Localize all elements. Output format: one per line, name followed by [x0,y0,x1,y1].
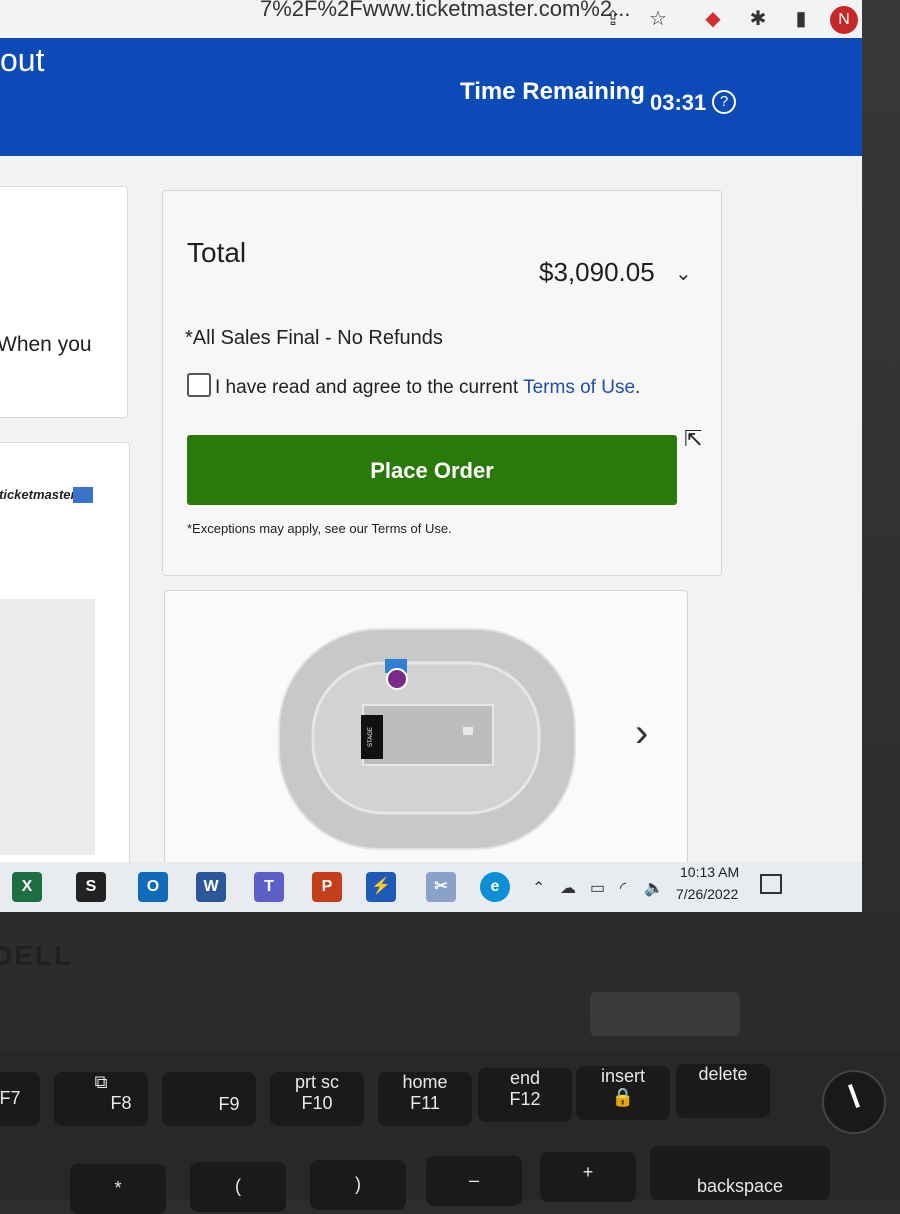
left-payment-card: ticketmaster [0,442,130,874]
key-f11[interactable]: home F11 [378,1072,472,1126]
key-f7[interactable]: F7 [0,1072,40,1126]
power-button[interactable] [822,1070,886,1134]
app-icon[interactable]: ⚡ [366,872,396,902]
key-f8[interactable]: ⧉ F8 [54,1072,148,1126]
order-total-card: Total $3,090.05 ⌄ *All Sales Final - No … [162,190,722,576]
keyboard: F7 ⧉ F8 F9 prt sc F10 home F11 end F12 inser… [0,1050,900,1214]
key-f12[interactable]: end F12 [478,1068,572,1122]
word-icon[interactable]: W [196,872,226,902]
place-order-button[interactable]: Place Order [187,435,677,505]
ticketmaster-logo: ticketmaster [0,487,76,502]
laptop-brand-logo: DELL [0,940,74,971]
left-info-card: When you [0,186,128,418]
stage-label: STAGE [368,727,374,747]
taskbar-date[interactable]: 7/26/2022 [676,886,738,902]
sway-app-icon[interactable]: S [76,872,106,902]
mouse-cursor-icon: ⇱ [684,426,703,451]
extension-icon[interactable]: ◆ [700,6,726,32]
excel-icon[interactable]: X [12,872,42,902]
sales-final-notice: *All Sales Final - No Refunds [185,327,443,349]
onedrive-icon[interactable]: ☁ [560,878,576,898]
key-insert[interactable]: insert 🔒 [576,1066,670,1120]
chevron-right-icon[interactable]: › [635,711,648,756]
agree-prefix: I have read and agree to the current [215,377,524,398]
left-card-inner [0,599,95,855]
key-close-paren[interactable]: ) [310,1160,406,1210]
left-card-text: When you [0,333,92,356]
power-led-icon [848,1084,860,1108]
url-bar[interactable]: 7%2F%2Fwww.ticketmaster.com%2... [260,0,630,22]
key-asterisk[interactable]: * [70,1164,166,1214]
venue-map-card: STAGE › [164,590,688,892]
taskbar-time[interactable]: 10:13 AM [680,864,739,880]
windows-taskbar: X S O W T P ⚡ ✂ e ⌃ ☁ ▭ ◜ 🔈 10:13 AM 7/2… [0,862,862,912]
total-label: Total [187,237,247,268]
key-open-paren[interactable]: ( [190,1162,286,1212]
page-title: out [0,42,45,78]
checkout-header: out Time Remaining 03:31 ? [0,38,862,156]
terms-of-use-link[interactable]: Terms of Use [523,377,635,398]
key-f9[interactable]: F9 [162,1072,256,1126]
key-f10[interactable]: prt sc F10 [270,1072,364,1126]
sound-booth [463,727,473,735]
powerpoint-icon[interactable]: P [312,872,342,902]
key-backspace[interactable]: backspace [650,1146,830,1200]
amex-card-icon [73,487,93,503]
sidepanel-icon[interactable]: ▮ [788,6,814,32]
tray-chevron-icon[interactable]: ⌃ [532,878,545,898]
profile-avatar[interactable]: N [830,6,858,34]
key-plus[interactable]: + [540,1152,636,1202]
laptop-screen: 7%2F%2Fwww.ticketmaster.com%2... ⇪ ☆ ◆ ✱… [0,0,862,912]
star-icon[interactable]: ☆ [645,6,671,32]
share-icon[interactable]: ⇪ [600,6,626,32]
chevron-down-icon[interactable]: ⌄ [675,261,692,286]
wifi-icon[interactable]: ◜ [620,878,626,898]
edge-icon[interactable]: e [480,872,510,902]
browser-toolbar: 7%2F%2Fwww.ticketmaster.com%2... ⇪ ☆ ◆ ✱… [0,0,862,38]
snipping-icon[interactable]: ✂ [426,872,456,902]
outlook-icon[interactable]: O [138,872,168,902]
selected-seat-marker[interactable] [386,668,408,690]
battery-icon[interactable]: ▭ [590,878,605,898]
time-remaining-value: 03:31 [650,90,707,115]
total-amount[interactable]: $3,090.05 [539,257,655,288]
laptop-hinge [590,992,740,1036]
exceptions-note: *Exceptions may apply, see our Terms of … [187,521,452,536]
notification-icon[interactable] [760,874,782,894]
time-remaining-label: Time Remaining [460,78,645,105]
volume-icon[interactable]: 🔈 [644,878,664,898]
help-icon[interactable]: ? [712,90,736,114]
teams-icon[interactable]: T [254,872,284,902]
terms-agree-label: I have read and agree to the current Ter… [215,377,640,399]
key-minus[interactable]: – [426,1156,522,1206]
venue-seat-map[interactable]: STAGE [273,623,583,853]
puzzle-icon[interactable]: ✱ [745,6,771,32]
key-delete[interactable]: delete [676,1064,770,1118]
terms-agree-checkbox[interactable] [187,373,211,397]
agree-suffix: . [635,377,641,398]
